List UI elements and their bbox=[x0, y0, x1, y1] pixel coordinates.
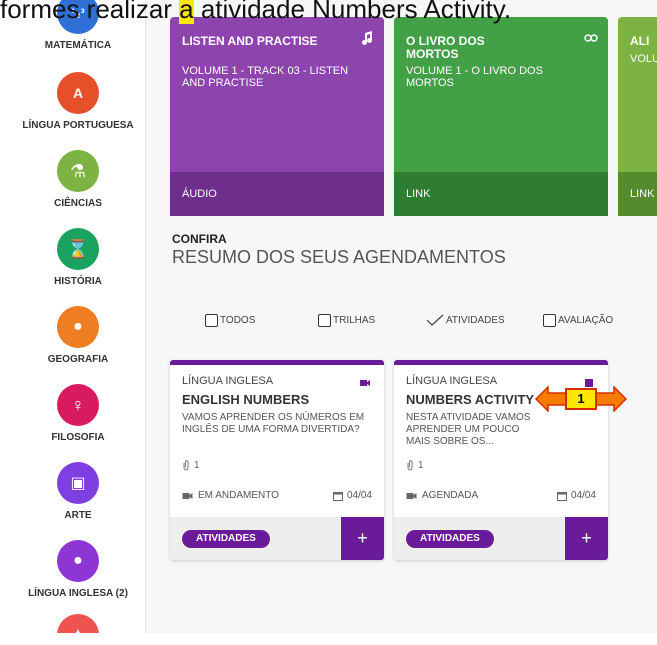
music-note-icon bbox=[362, 31, 373, 45]
sidebar-item-label: ARTE bbox=[64, 510, 92, 521]
atividades-button[interactable]: ATIVIDADES bbox=[406, 530, 494, 548]
activity-status: EM ANDAMENTO bbox=[182, 490, 279, 501]
activity-title[interactable]: ENGLISH NUMBERS bbox=[182, 392, 309, 407]
lightbulb-icon: ♀ bbox=[57, 384, 99, 426]
section-title: RESUMO DOS SEUS AGENDAMENTOS bbox=[172, 247, 506, 267]
paperclip-icon bbox=[407, 460, 413, 471]
sidebar-item-label: HISTÓRIA bbox=[54, 276, 102, 287]
filter-label: AVALIAÇÃO bbox=[558, 314, 614, 326]
letters-icon: A bbox=[57, 72, 99, 114]
sidebar-item-historia[interactable]: ⌛ HISTÓRIA bbox=[10, 228, 146, 287]
activity-date: 04/04 bbox=[556, 490, 596, 501]
filter-todos[interactable]: TODOS bbox=[205, 313, 255, 327]
activity-description: NESTA ATIVIDADE VAMOS APRENDER UM POUCO … bbox=[406, 412, 531, 447]
filter-atividades[interactable]: ATIVIDADES bbox=[426, 313, 505, 327]
sidebar-item-ciencias[interactable]: ⚗ CIÊNCIAS bbox=[10, 150, 146, 209]
banner-prefix: formes realizar bbox=[0, 0, 180, 24]
chat-icon: ● bbox=[57, 540, 99, 582]
flask-icon: ⚗ bbox=[57, 150, 99, 192]
activity-subject: LÍNGUA INGLESA bbox=[182, 375, 274, 387]
section-kicker: CONFIRA bbox=[172, 232, 227, 246]
filter-label: TODOS bbox=[220, 314, 256, 326]
card-subtitle: VOLUME 1 - O LIVRO DOS MORTOS bbox=[406, 65, 543, 89]
video-camera-icon bbox=[406, 492, 417, 499]
video-camera-icon bbox=[360, 380, 370, 386]
activity-subject: LÍNGUA INGLESA bbox=[406, 375, 498, 387]
activity-card-footer: ATIVIDADES + bbox=[394, 517, 608, 560]
card-footer: LINK bbox=[618, 172, 657, 216]
attachment-count-value: 1 bbox=[194, 460, 200, 471]
date-value: 04/04 bbox=[570, 490, 596, 501]
image-icon: ▣ bbox=[57, 462, 99, 504]
card-title: O LIVRO DOS MORTOS bbox=[406, 34, 485, 61]
banner-suffix: atividade Numbers Activity. bbox=[193, 0, 512, 24]
card-footer: LINK bbox=[394, 172, 608, 216]
sidebar-item-lingua-inglesa[interactable]: ● LÍNGUA INGLESA (2) bbox=[10, 540, 146, 599]
content-card-link[interactable]: O LIVRO DOS MORTOS VOLUME 1 - O LIVRO DO… bbox=[394, 17, 608, 216]
card-title: LISTEN AND PRACTISE bbox=[182, 34, 318, 48]
attachment-count-value: 1 bbox=[418, 460, 424, 471]
activity-card-footer: ATIVIDADES + bbox=[170, 517, 384, 560]
status-label: AGENDADA bbox=[422, 490, 479, 501]
sidebar-item-label: CIÊNCIAS bbox=[54, 198, 102, 209]
filter-label: TRILHAS bbox=[333, 314, 376, 326]
paperclip-icon bbox=[183, 460, 189, 471]
sidebar-item-arte[interactable]: ▣ ARTE bbox=[10, 462, 146, 521]
globe-icon: ● bbox=[57, 306, 99, 348]
instruction-banner: formes realizar a atividade Numbers Acti… bbox=[0, 0, 657, 24]
activity-title[interactable]: NUMBERS ACTIVITY bbox=[406, 392, 534, 407]
filter-label: ATIVIDADES bbox=[446, 314, 505, 326]
sidebar-item-label: FILOSOFIA bbox=[51, 432, 105, 443]
atividades-button[interactable]: ATIVIDADES bbox=[182, 530, 270, 548]
card-title: ALI bbox=[630, 34, 650, 48]
bottom-strip bbox=[0, 633, 657, 645]
sidebar-item-label: GEOGRAFIA bbox=[47, 354, 109, 365]
card-footer: ÁUDIO bbox=[170, 172, 384, 216]
date-value: 04/04 bbox=[346, 490, 372, 501]
calendar-icon bbox=[332, 491, 343, 501]
activity-card-english-numbers[interactable]: LÍNGUA INGLESA ENGLISH NUMBERS VAMOS APR… bbox=[170, 360, 384, 560]
checkbox-icon[interactable] bbox=[543, 313, 556, 327]
activity-status: AGENDADA bbox=[406, 490, 478, 501]
activity-description: VAMOS APRENDER OS NÚMEROS EM INGLÊS DE U… bbox=[182, 412, 365, 435]
link-icon bbox=[584, 34, 598, 42]
subject-sidebar: ¹₂³ MATEMÁTICA A LÍNGUA PORTUGUESA ⚗ CIÊ… bbox=[10, 0, 146, 645]
card-subtitle: VOLUME 1 - TRACK 03 - LISTEN AND PRACTIS… bbox=[182, 65, 349, 89]
step-marker: 1 bbox=[535, 386, 627, 412]
sidebar-item-geografia[interactable]: ● GEOGRAFIA bbox=[10, 306, 146, 365]
filter-trilhas[interactable]: TRILHAS bbox=[318, 313, 375, 327]
checkbox-icon[interactable] bbox=[205, 313, 218, 327]
attachment-count: 1 bbox=[406, 460, 424, 471]
content-card-audio[interactable]: LISTEN AND PRACTISE VOLUME 1 - TRACK 03 … bbox=[170, 17, 384, 216]
add-button[interactable]: + bbox=[565, 517, 608, 560]
attachment-count: 1 bbox=[182, 460, 200, 471]
sidebar-item-lingua-portuguesa[interactable]: A LÍNGUA PORTUGUESA bbox=[10, 72, 146, 131]
status-label: EM ANDAMENTO bbox=[198, 490, 279, 501]
checkmark-icon[interactable] bbox=[426, 314, 444, 326]
sidebar-item-filosofia[interactable]: ♀ FILOSOFIA bbox=[10, 384, 146, 443]
sidebar-item-label: LÍNGUA PORTUGUESA bbox=[22, 120, 134, 131]
content-card-partial[interactable]: ALI VOLU LINK bbox=[618, 17, 657, 216]
step-number: 1 bbox=[565, 388, 597, 410]
card-subtitle: VOLU bbox=[630, 53, 657, 65]
activity-date: 04/04 bbox=[332, 490, 372, 501]
add-button[interactable]: + bbox=[341, 517, 384, 560]
checkbox-icon[interactable] bbox=[318, 313, 331, 327]
filter-avaliacao[interactable]: AVALIAÇÃO bbox=[543, 313, 613, 327]
hourglass-icon: ⌛ bbox=[57, 228, 99, 270]
banner-highlight: a bbox=[179, 0, 194, 24]
sidebar-item-label: LÍNGUA INGLESA (2) bbox=[28, 588, 128, 599]
sidebar-item-label: MATEMÁTICA bbox=[44, 40, 112, 51]
video-camera-icon bbox=[182, 492, 193, 499]
calendar-icon bbox=[556, 491, 567, 501]
